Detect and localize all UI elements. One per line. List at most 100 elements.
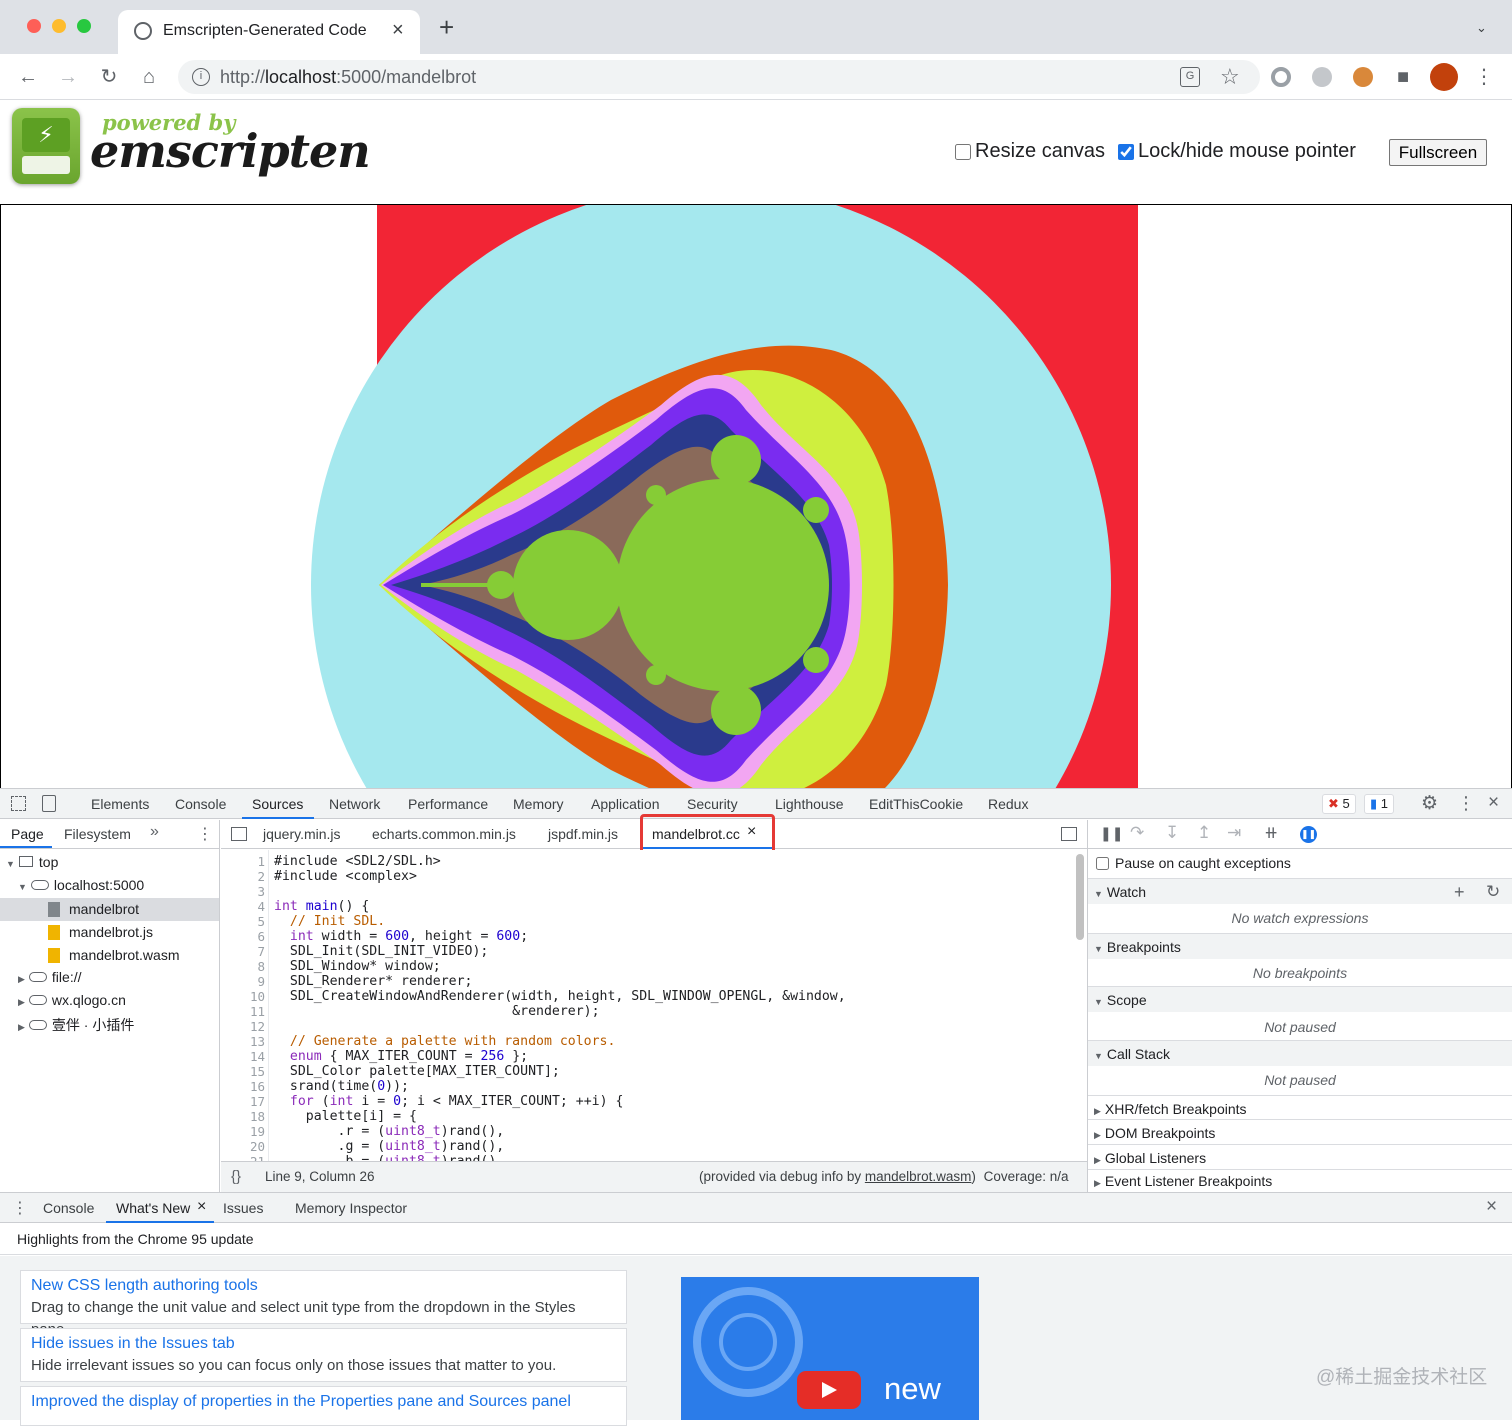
editor-tab-jquery[interactable]: jquery.min.js — [263, 826, 341, 842]
line-number[interactable]: 15 — [221, 1064, 265, 1079]
line-number[interactable]: 5 — [221, 914, 265, 929]
pause-caught-option[interactable]: Pause on caught exceptions — [1096, 855, 1291, 871]
editor-tab-jspdf[interactable]: jspdf.min.js — [548, 826, 618, 842]
line-number[interactable]: 10 — [221, 989, 265, 1004]
code-line[interactable]: .r = (uint8_t)rand(), — [274, 1124, 505, 1139]
close-whats-new-icon[interactable]: × — [197, 1198, 206, 1216]
add-watch-icon[interactable]: + — [1454, 879, 1465, 905]
pause-caught-checkbox[interactable] — [1096, 856, 1109, 870]
line-number[interactable]: 4 — [221, 899, 265, 914]
editor-tab-echarts[interactable]: echarts.common.min.js — [372, 826, 516, 842]
close-editor-tab-icon[interactable]: × — [747, 823, 756, 841]
main-tab-elements[interactable]: Elements — [91, 789, 149, 819]
devtools-menu-icon[interactable]: ⋮ — [1457, 793, 1475, 814]
feature-card[interactable]: New CSS length authoring tools Drag to c… — [20, 1270, 627, 1338]
code-area[interactable]: 123456789101112131415161718192021 #inclu… — [221, 850, 1087, 1161]
code-line[interactable]: int width = 600, height = 600; — [274, 929, 528, 944]
callstack-section-header[interactable]: ▼ Call Stack — [1088, 1040, 1512, 1066]
event-listener-breakpoints-header[interactable]: ▶ Event Listener Breakpoints — [1088, 1169, 1512, 1192]
provenance-link[interactable]: mandelbrot.wasm — [865, 1169, 972, 1184]
tree-top[interactable]: ▼ top — [6, 854, 58, 870]
close-devtools-icon[interactable]: × — [1488, 792, 1499, 814]
close-tab-icon[interactable]: × — [392, 19, 404, 42]
tree-file-mandelbrot-js[interactable]: mandelbrot.js — [0, 921, 219, 944]
main-tab-network[interactable]: Network — [329, 789, 380, 819]
info-icon[interactable]: i — [192, 68, 210, 86]
line-number[interactable]: 3 — [221, 884, 265, 899]
new-tab-icon[interactable]: + — [439, 14, 454, 40]
line-number[interactable]: 18 — [221, 1109, 265, 1124]
fullscreen-button[interactable]: Fullscreen — [1389, 139, 1487, 166]
line-number[interactable]: 1 — [221, 854, 265, 869]
feature-card-title[interactable]: Improved the display of properties in th… — [31, 1391, 616, 1413]
inspect-element-icon[interactable] — [11, 796, 26, 811]
line-number[interactable]: 11 — [221, 1004, 265, 1019]
browser-tab[interactable]: Emscripten-Generated Code × — [118, 10, 420, 54]
feature-card-title[interactable]: Hide issues in the Issues tab — [31, 1333, 616, 1355]
emscripten-canvas[interactable] — [0, 204, 1512, 790]
nav-tab-filesystem[interactable]: Filesystem — [64, 826, 131, 842]
line-number[interactable]: 14 — [221, 1049, 265, 1064]
feature-card[interactable]: Hide issues in the Issues tab Hide irrel… — [20, 1328, 627, 1382]
line-number[interactable]: 19 — [221, 1124, 265, 1139]
code-line[interactable]: palette[i] = { — [274, 1109, 417, 1124]
home-icon[interactable]: ⌂ — [138, 66, 160, 88]
toggle-navigator-icon[interactable] — [231, 827, 247, 841]
resize-canvas-option[interactable]: Resize canvas — [955, 140, 1105, 163]
extensions-puzzle-icon[interactable]: ■ — [1392, 66, 1414, 88]
tree-file-mandelbrot[interactable]: mandelbrot — [0, 898, 219, 921]
address-bar[interactable]: i http://localhost:5000/mandelbrot G ☆ — [178, 60, 1260, 94]
line-number[interactable]: 2 — [221, 869, 265, 884]
code-line[interactable]: SDL_CreateWindowAndRenderer(width, heigh… — [274, 989, 846, 1004]
main-tab-editthiscookie[interactable]: EditThisCookie — [869, 789, 963, 819]
feature-card[interactable]: Improved the display of properties in th… — [20, 1386, 627, 1426]
pause-on-exceptions-icon[interactable]: ❚❚ — [1300, 826, 1317, 843]
tree-origin-qlogo[interactable]: ▶ wx.qlogo.cn — [18, 992, 126, 1008]
line-number[interactable]: 17 — [221, 1094, 265, 1109]
code-line[interactable]: SDL_Color palette[MAX_ITER_COUNT]; — [274, 1064, 560, 1079]
nav-tab-page[interactable]: Page — [11, 826, 44, 842]
extension-flower-icon[interactable] — [1312, 67, 1332, 87]
scope-section-header[interactable]: ▼ Scope — [1088, 986, 1512, 1012]
code-line[interactable]: #include <SDL2/SDL.h> — [274, 854, 441, 869]
main-tab-lighthouse[interactable]: Lighthouse — [775, 789, 844, 819]
resize-canvas-checkbox[interactable] — [955, 143, 971, 160]
main-tab-sources[interactable]: Sources — [252, 789, 303, 819]
bookmark-star-icon[interactable]: ☆ — [1220, 64, 1240, 90]
close-drawer-icon[interactable]: × — [1486, 1196, 1497, 1218]
line-number[interactable]: 20 — [221, 1139, 265, 1154]
code-line[interactable]: // Init SDL. — [274, 914, 385, 929]
whats-new-video-thumbnail[interactable]: new — [681, 1277, 979, 1420]
step-into-icon[interactable]: ↧ — [1165, 823, 1179, 843]
more-tabs-icon[interactable]: » — [150, 823, 159, 841]
chevron-down-icon[interactable]: ⌄ — [1476, 20, 1487, 36]
code-line[interactable]: srand(time(0)); — [274, 1079, 409, 1094]
cookie-icon[interactable] — [1353, 67, 1373, 87]
lock-pointer-checkbox[interactable] — [1118, 143, 1134, 160]
drawer-tab-console[interactable]: Console — [43, 1200, 94, 1216]
code-line[interactable]: for (int i = 0; i < MAX_ITER_COUNT; ++i)… — [274, 1094, 624, 1109]
code-line[interactable]: // Generate a palette with random colors… — [274, 1034, 616, 1049]
step-icon[interactable]: ⇥ — [1227, 823, 1241, 843]
feature-card-title[interactable]: New CSS length authoring tools — [31, 1275, 616, 1297]
close-window-button[interactable] — [27, 19, 41, 33]
main-tab-redux[interactable]: Redux — [988, 789, 1028, 819]
code-line[interactable]: &renderer); — [274, 1004, 599, 1019]
drawer-menu-icon[interactable]: ⋮ — [12, 1198, 28, 1218]
step-out-icon[interactable]: ↥ — [1197, 823, 1211, 843]
main-tab-console[interactable]: Console — [175, 789, 226, 819]
play-button-icon[interactable] — [797, 1371, 861, 1409]
tree-origin-file[interactable]: ▶ file:// — [18, 969, 82, 985]
reload-icon[interactable]: ↻ — [98, 66, 120, 88]
message-count-badge[interactable]: ▮ 1 — [1364, 794, 1395, 814]
line-number[interactable]: 21 — [221, 1154, 265, 1161]
extension-record-icon[interactable] — [1271, 67, 1291, 87]
main-tab-performance[interactable]: Performance — [408, 789, 488, 819]
pause-icon[interactable]: ❚❚ — [1100, 825, 1123, 842]
line-number[interactable]: 6 — [221, 929, 265, 944]
avatar[interactable] — [1430, 63, 1458, 91]
lock-pointer-option[interactable]: Lock/hide mouse pointer — [1118, 140, 1356, 163]
editor-scrollbar[interactable] — [1076, 854, 1084, 940]
refresh-watch-icon[interactable]: ↻ — [1486, 879, 1500, 905]
dom-breakpoints-header[interactable]: ▶ DOM Breakpoints — [1088, 1119, 1512, 1145]
